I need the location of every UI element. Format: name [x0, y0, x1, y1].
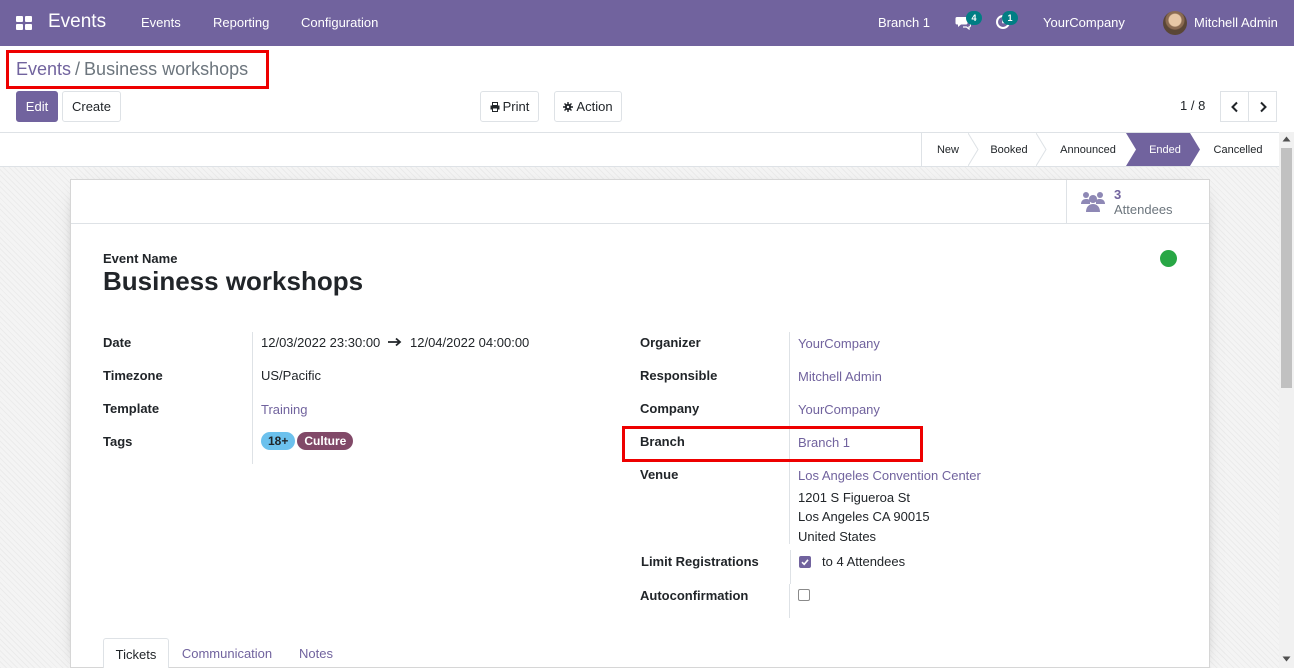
chevron-right-icon — [1259, 101, 1267, 112]
scroll-down-icon[interactable] — [1282, 656, 1291, 662]
action-button[interactable]: Action — [554, 91, 622, 122]
menu-events[interactable]: Events — [141, 15, 181, 30]
tab-communication[interactable]: Communication — [175, 638, 279, 668]
scroll-up-icon[interactable] — [1282, 136, 1291, 142]
stage-ended[interactable]: Ended — [1136, 133, 1194, 166]
user-avatar[interactable] — [1163, 11, 1187, 35]
limit-registrations-value[interactable]: to 4 Attendees — [822, 554, 905, 569]
attendees-label: Attendees — [1114, 202, 1173, 217]
top-navbar: Events Events Reporting Configuration Br… — [0, 0, 1294, 46]
breadcrumb-separator: / — [75, 59, 81, 79]
organizer-label: Organizer — [640, 335, 701, 350]
apps-grid-icon[interactable] — [16, 16, 32, 30]
pager-previous-button[interactable] — [1220, 91, 1249, 122]
menu-reporting[interactable]: Reporting — [213, 15, 269, 30]
branch-switcher[interactable]: Branch 1 — [878, 15, 930, 30]
app-brand[interactable]: Events — [48, 11, 106, 33]
user-menu[interactable]: Mitchell Admin — [1194, 15, 1278, 30]
attendees-count: 3 — [1114, 187, 1122, 202]
stage-announced[interactable]: Announced — [1046, 133, 1130, 166]
company-switcher[interactable]: YourCompany — [1043, 15, 1125, 30]
tag-badge[interactable]: Culture — [297, 432, 354, 450]
tab-notes[interactable]: Notes — [289, 638, 343, 668]
print-button[interactable]: Print — [480, 91, 539, 122]
menu-configuration[interactable]: Configuration — [301, 15, 378, 30]
limit-registrations-label: Limit Registrations — [641, 554, 759, 569]
action-label: Action — [576, 99, 613, 114]
event-name-label: Event Name — [103, 251, 178, 266]
pager-value[interactable]: 1 / 8 — [1180, 98, 1205, 113]
activities-count-badge: 1 — [1002, 11, 1018, 25]
chevron-left-icon — [1230, 101, 1238, 112]
tab-tickets[interactable]: Tickets — [103, 638, 169, 668]
timezone-label: Timezone — [103, 368, 163, 383]
tag-badge[interactable]: 18+ — [261, 432, 296, 450]
pager-next-button[interactable] — [1248, 91, 1277, 122]
form-sheet: 3 Attendees Event Name Business workshop… — [70, 179, 1210, 668]
scrollbar-thumb[interactable] — [1281, 148, 1292, 388]
event-name-title[interactable]: Business workshops — [103, 266, 363, 297]
limit-registrations-checkbox[interactable] — [799, 556, 811, 568]
users-icon — [1081, 192, 1105, 212]
edit-button[interactable]: Edit — [16, 91, 58, 122]
venue-city: Los Angeles CA 90015 — [798, 509, 930, 524]
company-label: Company — [640, 401, 700, 416]
date-label: Date — [103, 335, 132, 350]
label-divider — [790, 550, 791, 584]
venue-label: Venue — [640, 467, 679, 482]
timezone-field[interactable]: US/Pacific — [261, 368, 321, 383]
organizer-field[interactable]: YourCompany — [798, 336, 880, 351]
checkmark-icon — [801, 559, 809, 566]
stage-cancelled[interactable]: Cancelled — [1202, 133, 1274, 166]
venue-country: United States — [798, 529, 877, 544]
breadcrumb-parent-link[interactable]: Events — [16, 59, 71, 79]
create-button[interactable]: Create — [62, 91, 121, 122]
template-label: Template — [103, 401, 160, 416]
statusbar: New Booked Announced Ended Cancelled — [0, 132, 1279, 167]
autoconfirmation-checkbox[interactable] — [798, 589, 810, 601]
date-end-field[interactable]: 12/04/2022 04:00:00 — [410, 335, 529, 350]
gear-icon — [563, 101, 574, 112]
date-start-field[interactable]: 12/03/2022 23:30:00 — [261, 335, 380, 350]
smart-button-box: 3 Attendees — [71, 180, 1209, 224]
label-divider — [789, 584, 790, 618]
kanban-state-indicator[interactable] — [1160, 250, 1177, 267]
tags-field[interactable]: 18+ Culture — [261, 432, 355, 450]
responsible-field[interactable]: Mitchell Admin — [798, 369, 882, 384]
arrow-right-icon — [388, 337, 402, 347]
company-field[interactable]: YourCompany — [798, 402, 880, 417]
printer-icon — [490, 101, 500, 112]
tags-label: Tags — [103, 434, 133, 449]
page-scrollbar[interactable] — [1279, 132, 1294, 668]
venue-field[interactable]: Los Angeles Convention Center — [798, 468, 981, 483]
messages-count-badge: 4 — [966, 11, 982, 25]
stage-new[interactable]: New — [922, 133, 974, 166]
template-field[interactable]: Training — [261, 402, 307, 417]
autoconfirmation-label: Autoconfirmation — [640, 588, 749, 603]
stage-booked[interactable]: Booked — [978, 133, 1040, 166]
branch-highlight-box — [622, 426, 923, 462]
attendees-smart-button[interactable]: 3 Attendees — [1066, 180, 1209, 224]
print-label: Print — [502, 99, 530, 114]
breadcrumb-current: Business workshops — [84, 59, 249, 79]
responsible-label: Responsible — [640, 368, 718, 383]
breadcrumb: Events / Business workshops — [16, 59, 248, 80]
label-divider — [252, 332, 253, 464]
venue-street: 1201 S Figueroa St — [798, 490, 911, 505]
